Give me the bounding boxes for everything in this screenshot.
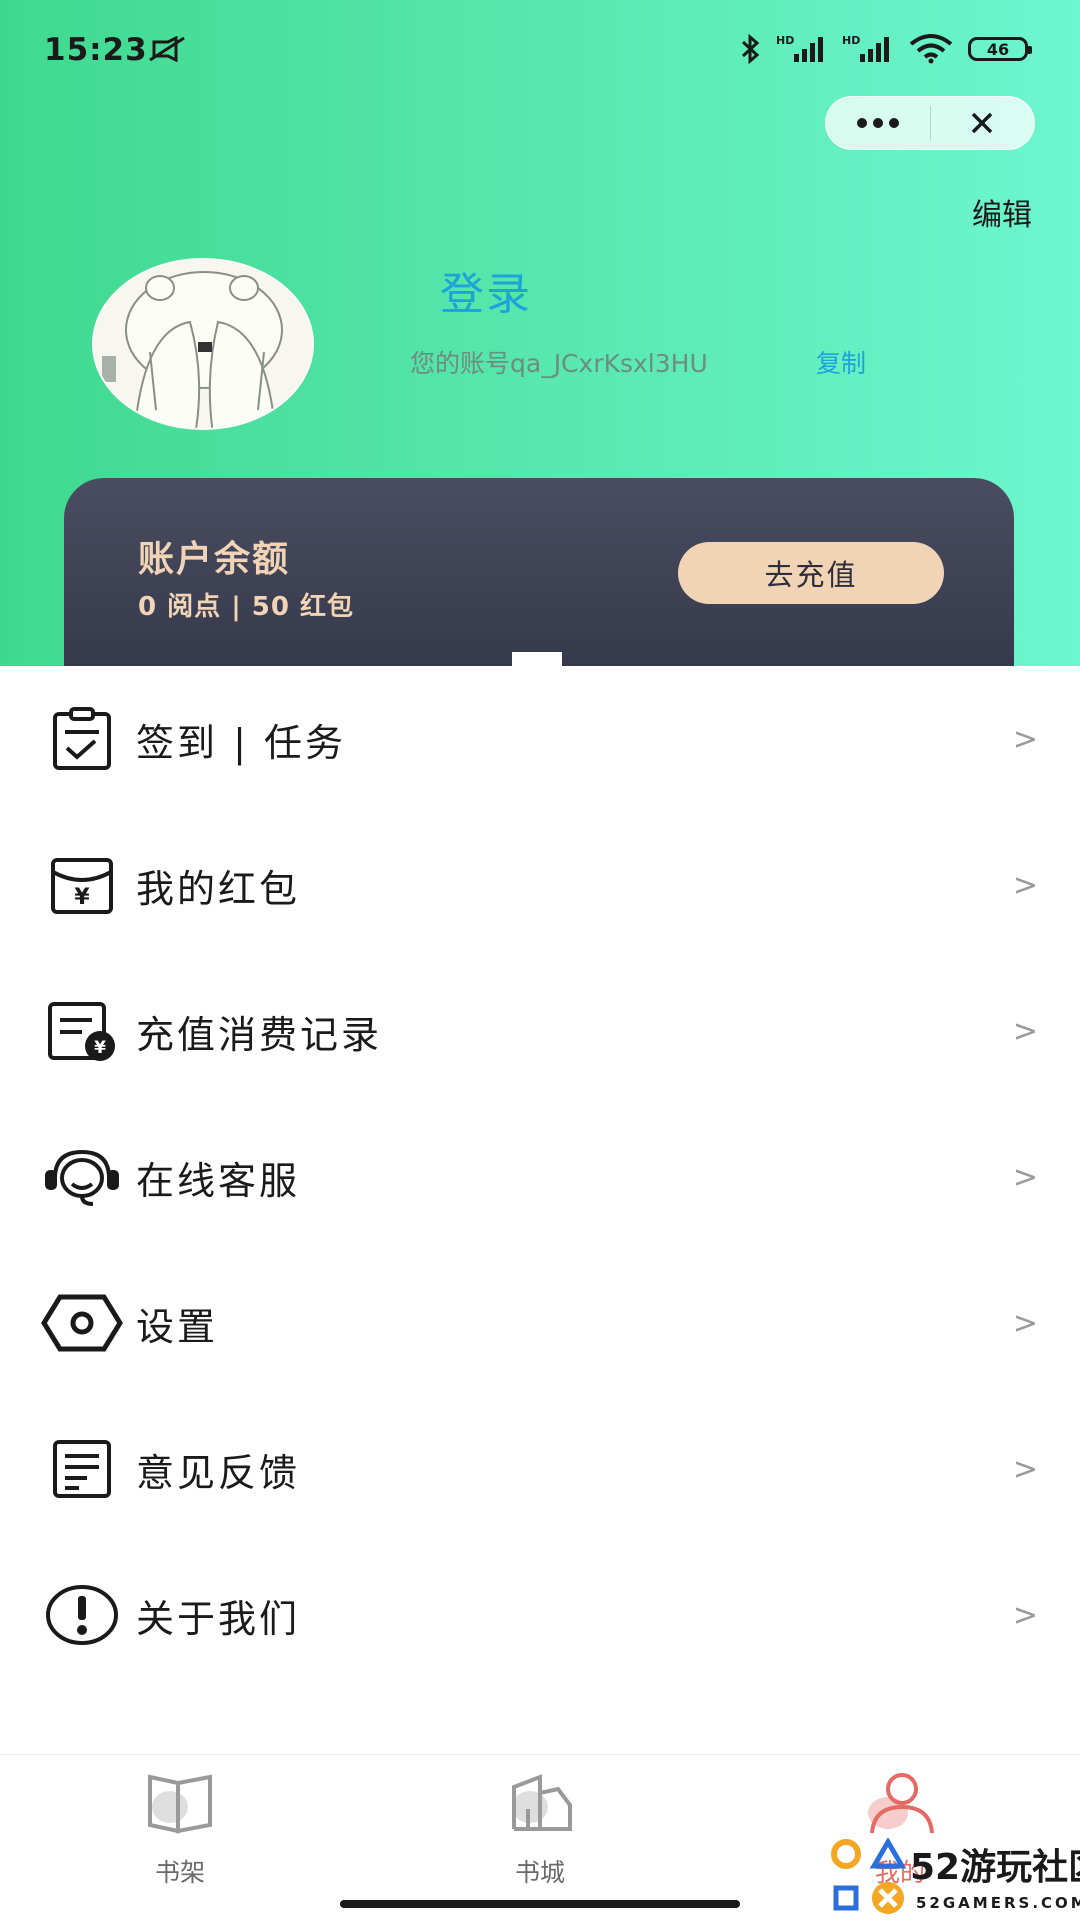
- recharge-record-icon: ¥: [40, 989, 124, 1073]
- bookstore-icon: [512, 1774, 572, 1831]
- chevron-right-icon: >: [1012, 721, 1038, 757]
- balance-card: 账户余额 0 阅点 | 50 红包 去充值: [64, 478, 1014, 678]
- hd-signal-icon: HD: [842, 34, 889, 62]
- status-time: 15:23: [44, 32, 148, 68]
- profile-icon: [868, 1773, 934, 1834]
- watermark-text: 52游玩社区: [910, 1847, 1080, 1888]
- capsule-menu: [825, 96, 1035, 150]
- bluetooth-icon: [741, 34, 760, 64]
- chevron-right-icon: >: [1012, 867, 1038, 903]
- chevron-right-icon: >: [1012, 1597, 1038, 1633]
- chevron-right-icon: >: [1012, 1159, 1038, 1195]
- svg-text:HD: HD: [776, 34, 794, 47]
- battery-level: 46: [986, 39, 1010, 59]
- wifi-icon: [909, 34, 953, 64]
- menu-item-recharge-record[interactable]: ¥ 充值消费记录 >: [0, 958, 1080, 1104]
- close-button[interactable]: [930, 96, 1034, 150]
- avatar[interactable]: [92, 258, 314, 430]
- profile-page: 15:23 HD HD 46 编辑 登录 您的账号qa_JCxrKsxl3HU …: [0, 0, 1080, 1920]
- balance-detail: 0 阅点 | 50 红包: [138, 592, 354, 622]
- checklist-icon: [40, 697, 124, 781]
- login-link[interactable]: 登录: [440, 258, 532, 322]
- watermark-logo: 52游玩社区 52GAMERS.COM: [830, 1838, 1080, 1920]
- menu-item-customer-service[interactable]: 在线客服 >: [0, 1104, 1080, 1250]
- menu-list: 签到 | 任务 > ¥ 我的红包 > ¥ 充值消费记录 > 在线客服 > 设置 …: [0, 652, 1080, 1756]
- more-dots-icon: [856, 118, 899, 128]
- balance-title: 账户余额: [138, 539, 291, 580]
- menu-item-label: 在线客服: [136, 1158, 301, 1203]
- status-bar: 15:23 HD HD 46: [0, 0, 1080, 100]
- svg-text:HD: HD: [842, 34, 860, 47]
- nav-label: 书城: [514, 1858, 565, 1887]
- nav-tab-bookshelf[interactable]: 书架: [100, 1769, 260, 1889]
- battery-icon: 46: [968, 37, 1032, 61]
- mute-icon: [149, 36, 185, 62]
- recharge-button[interactable]: 去充值: [678, 542, 944, 604]
- watermark-subtext: 52GAMERS.COM: [916, 1894, 1080, 1912]
- nav-label: 书架: [154, 1858, 205, 1887]
- bookshelf-icon: [148, 1774, 212, 1834]
- menu-item-label: 设置: [136, 1304, 219, 1349]
- close-icon: [971, 112, 993, 134]
- nav-tab-bookstore[interactable]: 书城: [460, 1769, 620, 1889]
- menu-item-label: 关于我们: [136, 1596, 301, 1641]
- menu-item-red-envelope[interactable]: ¥ 我的红包 >: [0, 812, 1080, 958]
- svg-text:¥: ¥: [94, 1038, 106, 1058]
- chevron-right-icon: >: [1012, 1451, 1038, 1487]
- polar-bear-avatar-image: [94, 260, 312, 428]
- red-envelope-icon: ¥: [40, 843, 124, 927]
- more-button[interactable]: [826, 96, 930, 150]
- headset-icon: [40, 1135, 124, 1219]
- menu-item-label: 意见反馈: [136, 1450, 301, 1495]
- menu-item-label: 充值消费记录: [136, 1012, 383, 1057]
- home-indicator: [340, 1900, 740, 1908]
- menu-item-feedback[interactable]: 意见反馈 >: [0, 1396, 1080, 1542]
- playstation-buttons-logo-icon: [831, 1838, 907, 1914]
- settings-icon: [40, 1281, 124, 1365]
- copy-account-button[interactable]: 复制: [816, 344, 866, 380]
- svg-text:¥: ¥: [74, 885, 90, 910]
- edit-link[interactable]: 编辑: [972, 190, 1032, 234]
- menu-item-about-us[interactable]: 关于我们 >: [0, 1542, 1080, 1688]
- menu-item-settings[interactable]: 设置 >: [0, 1250, 1080, 1396]
- status-icons: HD HD 46: [740, 34, 1032, 64]
- menu-item-label: 我的红包: [136, 866, 301, 911]
- menu-item-label: 签到 | 任务: [136, 720, 346, 765]
- feedback-icon: [40, 1427, 124, 1511]
- chevron-right-icon: >: [1012, 1013, 1038, 1049]
- menu-item-checkin-tasks[interactable]: 签到 | 任务 >: [0, 666, 1080, 812]
- chevron-right-icon: >: [1012, 1305, 1038, 1341]
- hd-signal-icon: HD: [776, 34, 823, 62]
- account-id-text: 您的账号qa_JCxrKsxl3HU: [410, 349, 708, 378]
- info-icon: [40, 1573, 124, 1657]
